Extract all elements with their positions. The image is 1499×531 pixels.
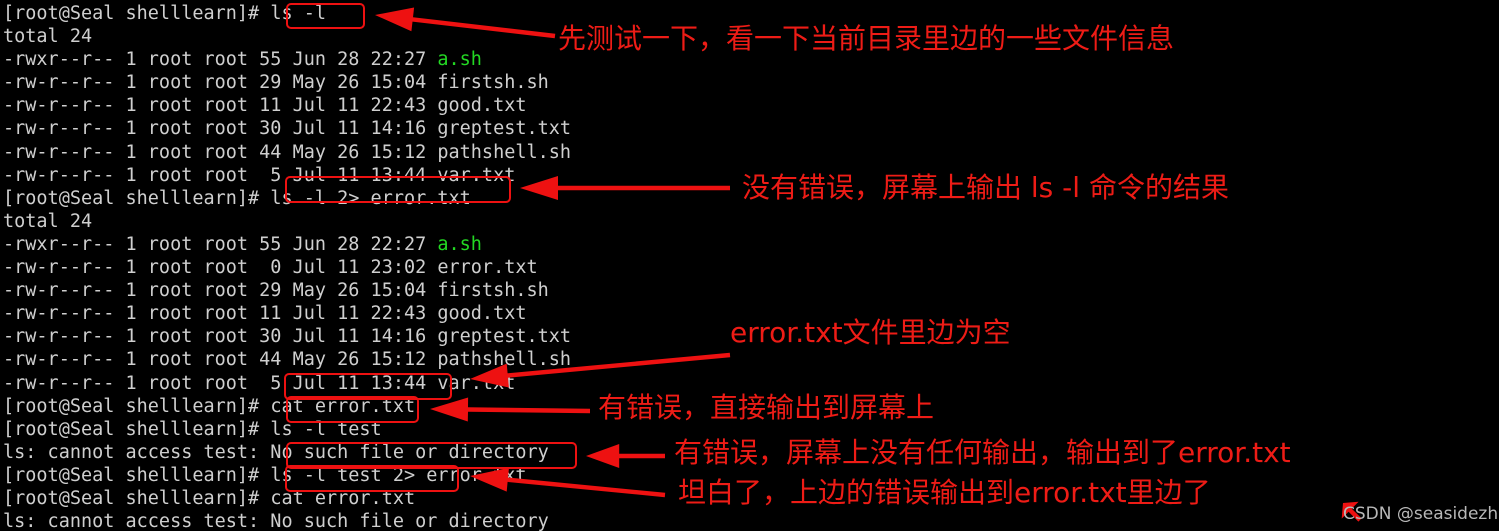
output-text: -rw-r--r-- 1 root root 30 Jul 11 14:16 g… <box>3 326 572 348</box>
output-text: -rw-r--r-- 1 root root 0 Jul 11 23:02 er… <box>3 257 538 279</box>
output-text: -rw-r--r-- 1 root root 44 May 26 15:12 p… <box>3 349 572 371</box>
output-text: -rw-r--r-- 1 root root 11 Jul 11 22:43 g… <box>3 303 527 325</box>
terminal-output-line: -rw-r--r-- 1 root root 0 Jul 11 23:02 er… <box>3 256 1499 279</box>
annotation-3: error.txt文件里边为空 <box>730 316 1011 349</box>
annotation-1: 先测试一下，看一下当前目录里边的一些文件信息 <box>558 22 1175 55</box>
output-text: -rwxr--r-- 1 root root 55 Jun 28 22:27 <box>3 49 438 71</box>
highlight-box-cat-error-2 <box>285 465 459 492</box>
terminal-output-line: -rw-r--r-- 1 root root 29 May 26 15:04 f… <box>3 279 1499 302</box>
terminal-output-line: -rw-r--r-- 1 root root 30 Jul 11 14:16 g… <box>3 117 1499 140</box>
output-text: -rw-r--r-- 1 root root 30 Jul 11 14:16 g… <box>3 118 572 140</box>
annotation-2: 没有错误，屏幕上输出 ls -l 命令的结果 <box>742 171 1229 204</box>
terminal-output-line: -rw-r--r-- 1 root root 44 May 26 15:12 p… <box>3 348 1499 371</box>
terminal-output-line: -rw-r--r-- 1 root root 29 May 26 15:04 f… <box>3 71 1499 94</box>
terminal-screenshot: [root@Seal shelllearn]# ls -l total 24 -rw… <box>0 0 1499 531</box>
output-text: total 24 <box>3 210 93 232</box>
terminal-output-line: -rw-r--r-- 1 root root 44 May 26 15:12 p… <box>3 141 1499 164</box>
terminal-output-line: -rwxr--r-- 1 root root 55 Jun 28 22:27 a… <box>3 233 1499 256</box>
annotation-5: 有错误，屏幕上没有任何输出，输出到了error.txt <box>674 436 1291 469</box>
output-text: -rw-r--r-- 1 root root 29 May 26 15:04 f… <box>3 280 549 302</box>
shell-prompt: [root@Seal shelllearn]# <box>3 3 271 24</box>
terminal-output-line: -rw-r--r-- 1 root root 11 Jul 11 22:43 g… <box>3 94 1499 117</box>
output-text: total 24 <box>3 26 93 48</box>
file-name: a.sh <box>437 49 482 71</box>
shell-prompt: [root@Seal shelllearn]# <box>3 418 271 440</box>
shell-prompt: [root@Seal shelllearn]# <box>3 487 271 509</box>
highlight-box-ls-l-test <box>286 396 419 423</box>
shell-prompt: [root@Seal shelllearn]# <box>3 464 271 486</box>
shell-prompt: [root@Seal shelllearn]# <box>3 187 271 209</box>
annotation-4: 有错误，直接输出到屏幕上 <box>598 391 935 424</box>
file-name: a.sh <box>437 233 482 255</box>
output-text: -rw-r--r-- 1 root root 29 May 26 15:04 f… <box>3 72 549 94</box>
terminal-output-line: total 24 <box>3 210 1499 233</box>
output-text: -rw-r--r-- 1 root root 11 Jul 11 22:43 g… <box>3 95 527 117</box>
shell-prompt: [root@Seal shelllearn]# <box>3 395 271 417</box>
highlight-box-ls-l <box>286 3 365 29</box>
output-text: ls: cannot access test: No such file or … <box>3 511 549 531</box>
watermark: CSDN @seasidezhb <box>1343 504 1499 524</box>
output-text: -rwxr--r-- 1 root root 55 Jun 28 22:27 <box>3 233 438 255</box>
highlight-box-ls-l-redirect <box>285 176 511 203</box>
output-text: -rw-r--r-- 1 root root 44 May 26 15:12 p… <box>3 141 572 163</box>
terminal-output-line: ls: cannot access test: No such file or … <box>3 510 1499 531</box>
annotation-6: 坦白了，上边的错误输出到error.txt里边了 <box>678 476 1211 509</box>
